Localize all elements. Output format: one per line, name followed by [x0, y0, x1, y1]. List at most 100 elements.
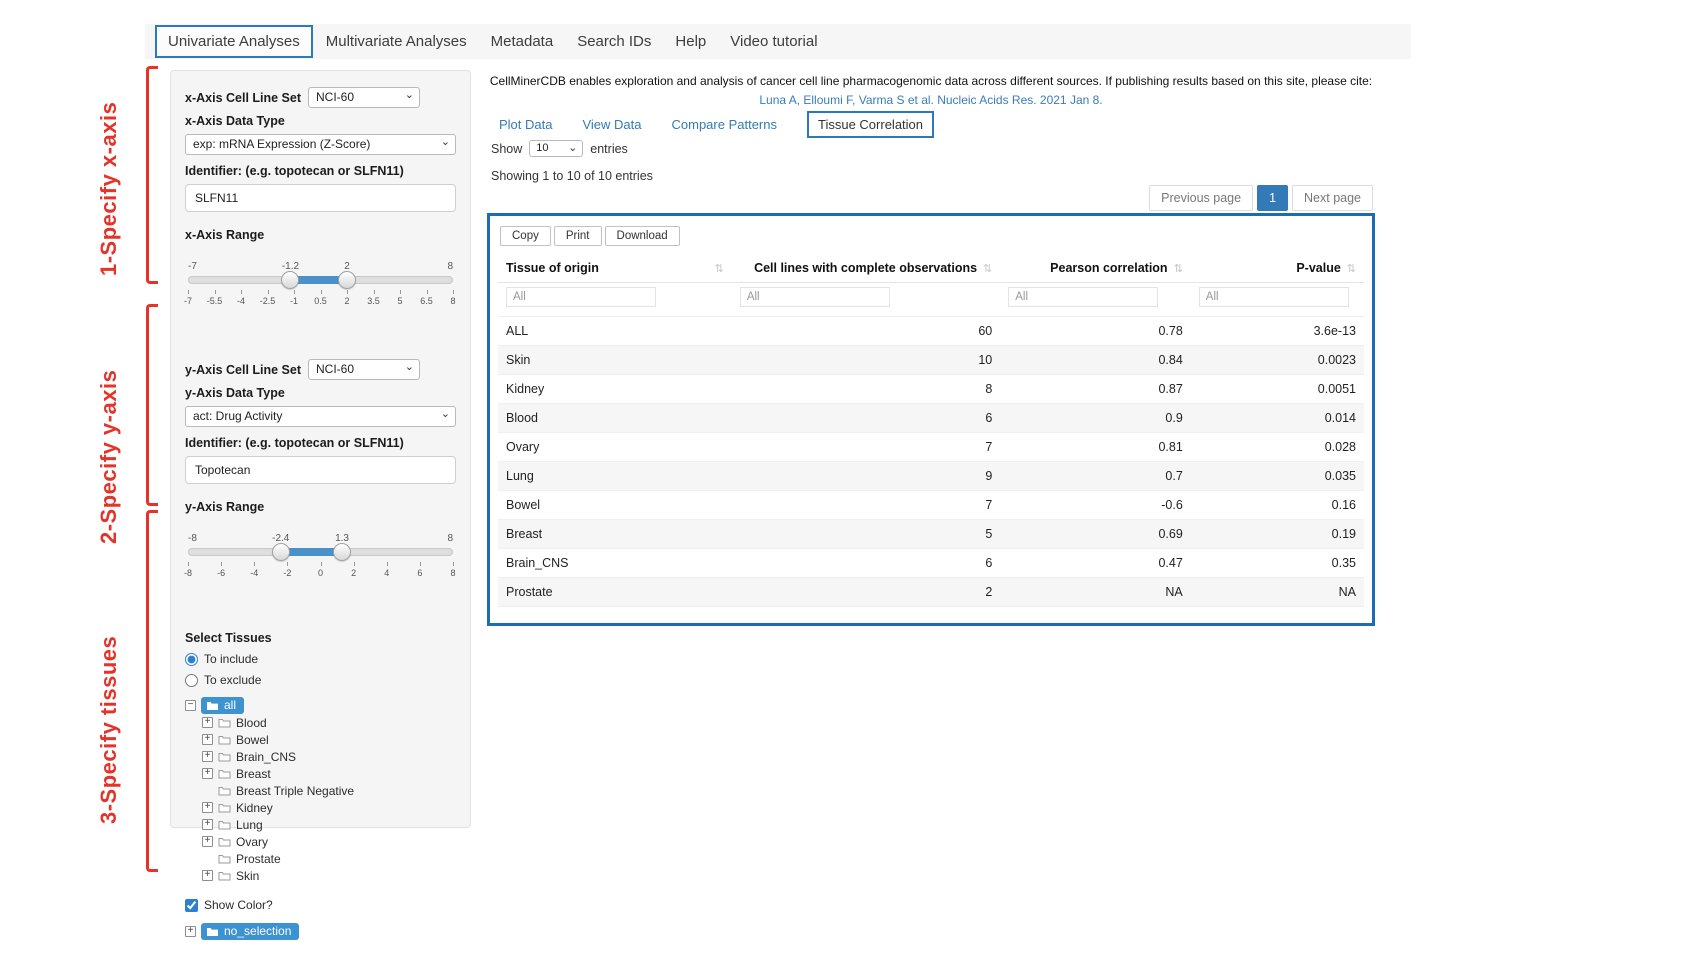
y-range-low-handle[interactable]: [272, 543, 290, 561]
tree-item-no-selection[interactable]: no_selection: [185, 923, 456, 940]
table-row[interactable]: Prostate 2 NA NA: [498, 578, 1364, 607]
cell-pvalue: 0.16: [1191, 491, 1364, 520]
sort-icon[interactable]: [983, 263, 992, 275]
expand-icon[interactable]: [202, 717, 213, 728]
x-cell-line-set-select[interactable]: NCI-60: [308, 87, 420, 108]
header-pearson-correlation[interactable]: Pearson correlation: [1000, 252, 1191, 283]
page-1-button[interactable]: 1: [1257, 185, 1288, 211]
expand-icon[interactable]: [202, 819, 213, 830]
exclude-radio-row[interactable]: To exclude: [185, 673, 456, 687]
tree-item[interactable]: Breast Triple Negative: [202, 782, 456, 799]
tree-item[interactable]: Skin: [202, 867, 456, 884]
table-row[interactable]: Breast 5 0.69 0.19: [498, 520, 1364, 549]
filter-pvalue-input[interactable]: [1199, 287, 1349, 307]
include-radio-row[interactable]: To include: [185, 652, 456, 666]
cell-pvalue: 0.014: [1191, 404, 1364, 433]
table-row[interactable]: Kidney 8 0.87 0.0051: [498, 375, 1364, 404]
table-row[interactable]: Blood 6 0.9 0.014: [498, 404, 1364, 433]
annotation-step2-label: 2-Specify y-axis: [96, 348, 122, 544]
nav-video-tutorial[interactable]: Video tutorial: [719, 27, 828, 56]
y-range-slider[interactable]: -8 8 -2.4 1.3 -8: [188, 533, 453, 585]
tree-item[interactable]: Breast: [202, 765, 456, 782]
tree-item[interactable]: Brain_CNS: [202, 748, 456, 765]
nav-help[interactable]: Help: [664, 27, 717, 56]
cell-pearson: 0.47: [1000, 549, 1191, 578]
entries-select[interactable]: 10: [529, 140, 583, 157]
tree-item[interactable]: Bowel: [202, 731, 456, 748]
nav-search-ids[interactable]: Search IDs: [566, 27, 662, 56]
exclude-radio[interactable]: [185, 674, 198, 687]
table-row[interactable]: Brain_CNS 6 0.47 0.35: [498, 549, 1364, 578]
nav-multivariate-analyses[interactable]: Multivariate Analyses: [315, 27, 478, 56]
header-cell-lines[interactable]: Cell lines with complete observations: [732, 252, 1000, 283]
x-range-min-label: -7: [188, 261, 197, 272]
cell-pearson: 0.78: [1000, 317, 1191, 346]
collapse-icon[interactable]: [185, 700, 196, 711]
header-p-value[interactable]: P-value: [1191, 252, 1364, 283]
tree-item-no-selection-chip[interactable]: no_selection: [201, 923, 299, 940]
nav-univariate-analyses[interactable]: Univariate Analyses: [155, 25, 313, 58]
table-row[interactable]: Bowel 7 -0.6 0.16: [498, 491, 1364, 520]
tree-item-all[interactable]: all: [185, 697, 456, 714]
table-row[interactable]: Lung 9 0.7 0.035: [498, 462, 1364, 491]
tab-tissue-correlation[interactable]: Tissue Correlation: [807, 111, 934, 138]
tree-item-label: Blood: [236, 716, 267, 730]
tab-plot-data[interactable]: Plot Data: [499, 117, 552, 132]
table-row[interactable]: Ovary 7 0.81 0.028: [498, 433, 1364, 462]
nav-metadata[interactable]: Metadata: [480, 27, 565, 56]
expand-icon[interactable]: [202, 768, 213, 779]
y-data-type-select[interactable]: act: Drug Activity: [185, 406, 456, 427]
expand-icon[interactable]: [202, 751, 213, 762]
filter-cell-lines-input[interactable]: [740, 287, 890, 307]
y-identifier-input[interactable]: [185, 456, 456, 484]
x-range-low-handle[interactable]: [281, 271, 299, 289]
tree-item[interactable]: Lung: [202, 816, 456, 833]
citation-text: CellMinerCDB enables exploration and ana…: [487, 72, 1375, 91]
table-row[interactable]: ALL 60 0.78 3.6e-13: [498, 317, 1364, 346]
filter-tissue-input[interactable]: [506, 287, 656, 307]
tab-view-data[interactable]: View Data: [582, 117, 641, 132]
header-tissue-of-origin[interactable]: Tissue of origin: [498, 252, 732, 283]
cellminercdb-app: Univariate Analyses Multivariate Analyse…: [0, 0, 1700, 956]
expand-icon[interactable]: [202, 802, 213, 813]
tree-item[interactable]: Prostate: [202, 850, 456, 867]
filter-pearson-input[interactable]: [1008, 287, 1158, 307]
next-page-button[interactable]: Next page: [1292, 185, 1373, 211]
cell-tissue: Skin: [498, 346, 732, 375]
x-range-slider[interactable]: -7 8 -1.2 2 -7 -5.5: [188, 261, 453, 313]
x-range-label: x-Axis Range: [185, 228, 456, 242]
tree-item[interactable]: Blood: [202, 714, 456, 731]
tree-item-label: Prostate: [236, 852, 281, 866]
sort-icon[interactable]: [1174, 263, 1183, 275]
y-range-high-handle[interactable]: [333, 543, 351, 561]
show-color-row[interactable]: Show Color?: [185, 898, 456, 912]
cell-count: 7: [732, 433, 1000, 462]
x-range-high-handle[interactable]: [338, 271, 356, 289]
sort-icon[interactable]: [715, 262, 724, 275]
expand-icon[interactable]: [202, 870, 213, 881]
download-button[interactable]: Download: [605, 226, 680, 246]
citation-link[interactable]: Luna A, Elloumi F, Varma S et al. Nuclei…: [759, 93, 1102, 107]
x-identifier-input[interactable]: [185, 184, 456, 212]
tab-compare-patterns[interactable]: Compare Patterns: [672, 117, 778, 132]
expand-icon[interactable]: [202, 836, 213, 847]
tree-item-all-chip[interactable]: all: [201, 697, 244, 714]
y-data-type-label: y-Axis Data Type: [185, 386, 456, 400]
include-radio[interactable]: [185, 653, 198, 666]
print-button[interactable]: Print: [554, 226, 602, 246]
folder-icon: [218, 735, 231, 745]
previous-page-button[interactable]: Previous page: [1149, 185, 1253, 211]
expand-icon[interactable]: [185, 926, 196, 937]
sort-icon[interactable]: [1347, 263, 1356, 275]
tree-item[interactable]: Kidney: [202, 799, 456, 816]
tree-item-label: Lung: [236, 818, 263, 832]
x-data-type-select[interactable]: exp: mRNA Expression (Z-Score): [185, 134, 456, 155]
y-cell-line-set-select[interactable]: NCI-60: [308, 359, 420, 380]
folder-icon: [218, 803, 231, 813]
copy-button[interactable]: Copy: [500, 226, 551, 246]
show-color-checkbox[interactable]: [185, 899, 198, 912]
table-row[interactable]: Skin 10 0.84 0.0023: [498, 346, 1364, 375]
cell-pvalue: 0.0023: [1191, 346, 1364, 375]
tree-item[interactable]: Ovary: [202, 833, 456, 850]
expand-icon[interactable]: [202, 734, 213, 745]
